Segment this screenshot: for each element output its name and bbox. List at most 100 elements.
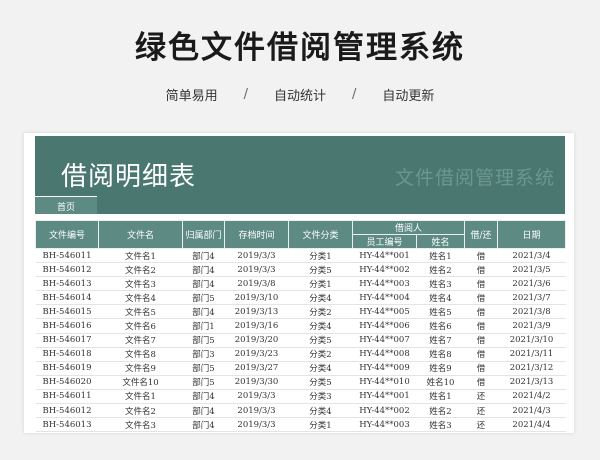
cell-employee-no[interactable]: HY-44**007 [352,333,417,348]
cell-borrow-return[interactable]: 借 [464,304,498,320]
cell-date[interactable]: 2021/3/5 [497,262,566,278]
cell-archive-time[interactable]: 2019/3/3 [224,403,289,419]
cell-borrow-return[interactable]: 借 [464,333,498,348]
cell-archive-time[interactable]: 2019/3/30 [224,375,289,390]
cell-file-name[interactable]: 文件名8 [98,347,183,362]
cell-archive-time[interactable]: 2019/3/23 [224,347,289,362]
cell-borrow-return[interactable]: 还 [464,389,498,405]
home-tab-button[interactable]: 首页 [35,196,97,215]
cell-file-no[interactable]: BH-546011 [35,248,99,264]
cell-category[interactable]: 分类5 [288,333,353,348]
cell-department[interactable]: 部门4 [182,417,225,433]
cell-employee-no[interactable]: HY-44**002 [352,262,417,278]
cell-archive-time[interactable]: 2019/3/3 [224,389,289,405]
cell-name[interactable]: 姓名4 [416,290,465,306]
cell-borrow-return[interactable]: 借 [464,248,498,264]
cell-name[interactable]: 姓名2 [416,262,465,278]
cell-employee-no[interactable]: HY-44**006 [352,318,417,334]
cell-name[interactable]: 姓名1 [416,248,465,264]
cell-file-name[interactable]: 文件名3 [98,276,183,292]
cell-date[interactable]: 2021/4/2 [497,389,566,405]
cell-department[interactable]: 部门5 [182,290,225,306]
cell-category[interactable]: 分类4 [288,361,353,376]
cell-file-no[interactable]: BH-546012 [35,262,99,278]
cell-name[interactable]: 姓名5 [416,304,465,320]
cell-archive-time[interactable]: 2019/3/10 [224,290,289,306]
cell-date[interactable]: 2021/3/6 [497,276,566,292]
cell-file-name[interactable]: 文件名3 [98,417,183,433]
cell-category[interactable]: 分类2 [288,347,353,362]
cell-borrow-return[interactable]: 借 [464,290,498,306]
cell-category[interactable]: 分类4 [288,318,353,334]
cell-category[interactable]: 分类1 [288,276,353,292]
cell-borrow-return[interactable]: 借 [464,262,498,278]
cell-department[interactable]: 部门4 [182,276,225,292]
cell-name[interactable]: 姓名3 [416,276,465,292]
cell-date[interactable]: 2021/4/4 [497,417,566,433]
cell-archive-time[interactable]: 2019/3/13 [224,304,289,320]
cell-employee-no[interactable]: HY-44**003 [352,276,417,292]
cell-file-no[interactable]: BH-546017 [35,333,99,348]
cell-file-no[interactable]: BH-546011 [35,389,99,405]
cell-date[interactable]: 2021/3/8 [497,304,566,320]
cell-name[interactable]: 姓名9 [416,361,465,376]
cell-employee-no[interactable]: HY-44**004 [352,290,417,306]
cell-borrow-return[interactable]: 还 [464,403,498,419]
cell-file-name[interactable]: 文件名1 [98,248,183,264]
cell-file-name[interactable]: 文件名7 [98,333,183,348]
cell-employee-no[interactable]: HY-44**005 [352,304,417,320]
cell-archive-time[interactable]: 2019/3/8 [224,276,289,292]
cell-archive-time[interactable]: 2019/3/3 [224,248,289,264]
cell-archive-time[interactable]: 2019/3/20 [224,333,289,348]
cell-file-name[interactable]: 文件名2 [98,262,183,278]
cell-date[interactable]: 2021/3/12 [497,361,566,376]
cell-date[interactable]: 2021/3/7 [497,290,566,306]
cell-department[interactable]: 部门5 [182,361,225,376]
cell-employee-no[interactable]: HY-44**009 [352,361,417,376]
cell-borrow-return[interactable]: 借 [464,347,498,362]
cell-archive-time[interactable]: 2019/3/3 [224,417,289,433]
cell-date[interactable]: 2021/3/11 [497,347,566,362]
cell-department[interactable]: 部门4 [182,403,225,419]
cell-category[interactable]: 分类5 [288,262,353,278]
cell-file-no[interactable]: BH-546015 [35,304,99,320]
cell-file-name[interactable]: 文件名9 [98,361,183,376]
cell-borrow-return[interactable]: 还 [464,417,498,433]
cell-department[interactable]: 部门4 [182,304,225,320]
cell-file-name[interactable]: 文件名6 [98,318,183,334]
cell-borrow-return[interactable]: 借 [464,375,498,390]
cell-file-no[interactable]: BH-546012 [35,403,99,419]
cell-archive-time[interactable]: 2019/3/3 [224,262,289,278]
cell-date[interactable]: 2021/3/13 [497,375,566,390]
cell-category[interactable]: 分类3 [288,389,353,405]
cell-category[interactable]: 分类1 [288,248,353,264]
cell-file-no[interactable]: BH-546013 [35,276,99,292]
cell-employee-no[interactable]: HY-44**001 [352,248,417,264]
cell-category[interactable]: 分类4 [288,403,353,419]
cell-department[interactable]: 部门1 [182,318,225,334]
cell-category[interactable]: 分类2 [288,304,353,320]
cell-employee-no[interactable]: HY-44**001 [352,389,417,405]
cell-name[interactable]: 姓名6 [416,318,465,334]
cell-file-name[interactable]: 文件名4 [98,290,183,306]
cell-employee-no[interactable]: HY-44**010 [352,375,417,390]
cell-department[interactable]: 部门4 [182,248,225,264]
cell-name[interactable]: 姓名10 [416,375,465,390]
cell-department[interactable]: 部门4 [182,389,225,405]
cell-employee-no[interactable]: HY-44**002 [352,403,417,419]
cell-employee-no[interactable]: HY-44**008 [352,347,417,362]
cell-file-name[interactable]: 文件名5 [98,304,183,320]
cell-file-no[interactable]: BH-546014 [35,290,99,306]
cell-file-no[interactable]: BH-546018 [35,347,99,362]
cell-name[interactable]: 姓名3 [416,417,465,433]
cell-borrow-return[interactable]: 借 [464,318,498,334]
cell-name[interactable]: 姓名1 [416,389,465,405]
cell-file-no[interactable]: BH-546019 [35,361,99,376]
cell-category[interactable]: 分类1 [288,417,353,433]
cell-file-name[interactable]: 文件名1 [98,389,183,405]
cell-name[interactable]: 姓名8 [416,347,465,362]
cell-borrow-return[interactable]: 借 [464,361,498,376]
cell-date[interactable]: 2021/4/3 [497,403,566,419]
cell-name[interactable]: 姓名2 [416,403,465,419]
cell-date[interactable]: 2021/3/9 [497,318,566,334]
